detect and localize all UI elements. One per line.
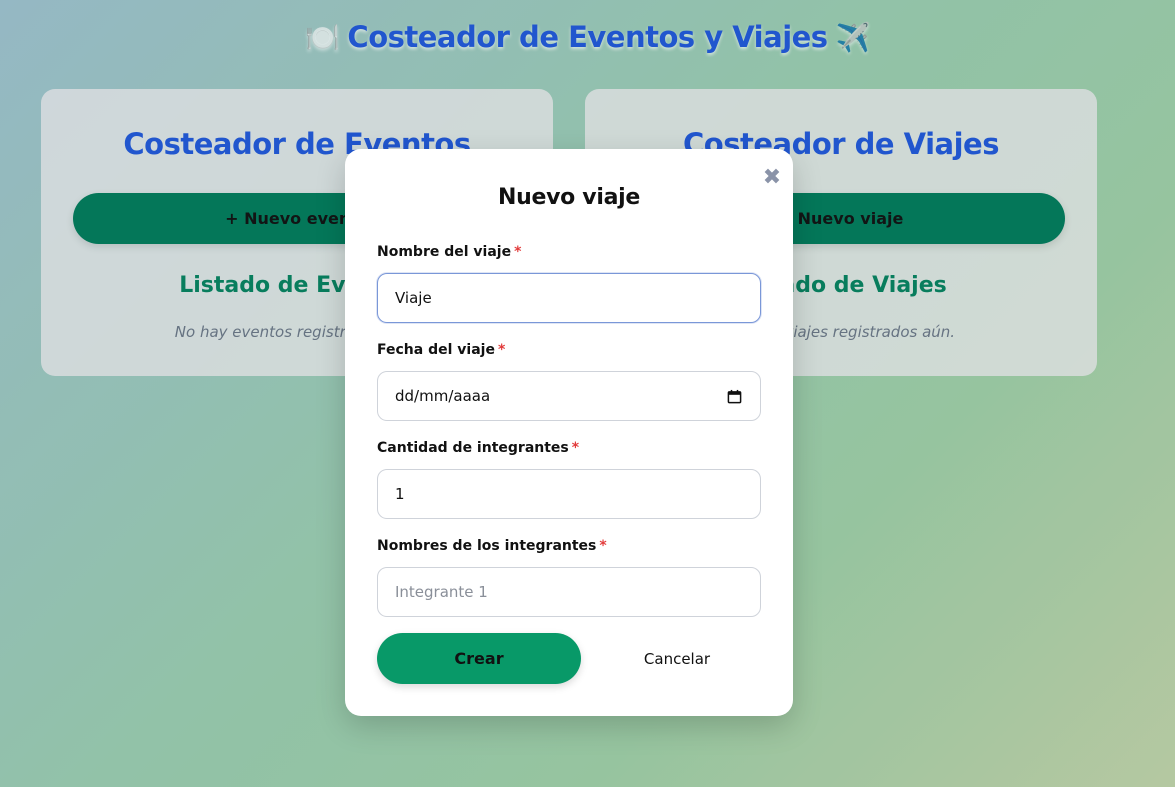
required-marker: * (497, 342, 506, 358)
modal-title: Nuevo viaje (498, 185, 640, 210)
trip-date-value: dd/mm/aaaa (395, 387, 491, 405)
close-icon[interactable]: ✖ (761, 167, 783, 189)
member-count-label: Cantidad de integrantes * (377, 440, 579, 456)
member-count-label-text: Cantidad de integrantes (377, 440, 569, 456)
trip-date-input[interactable]: dd/mm/aaaa (377, 371, 761, 421)
create-button[interactable]: Crear (377, 633, 581, 684)
required-marker: * (514, 244, 522, 260)
member-names-label-text: Nombres de los integrantes (377, 538, 597, 554)
required-marker: * (599, 538, 607, 554)
trip-name-input[interactable] (377, 273, 761, 323)
new-trip-modal: ✖ Nuevo viaje Nombre del viaje* Fecha de… (345, 149, 793, 716)
member-count-input[interactable] (377, 469, 761, 519)
trip-name-label-text: Nombre del viaje (377, 244, 512, 260)
trip-name-label: Nombre del viaje * (377, 244, 521, 260)
trip-date-label: Fecha del viaje * (377, 342, 505, 358)
calendar-icon[interactable] (727, 389, 742, 404)
required-marker: * (571, 440, 580, 456)
member-names-label: Nombres de los integrantes * (377, 538, 607, 554)
member-name-input-1[interactable] (377, 567, 761, 617)
cancel-button[interactable]: Cancelar (601, 633, 753, 684)
trip-date-label-text: Fecha del viaje (377, 342, 495, 358)
